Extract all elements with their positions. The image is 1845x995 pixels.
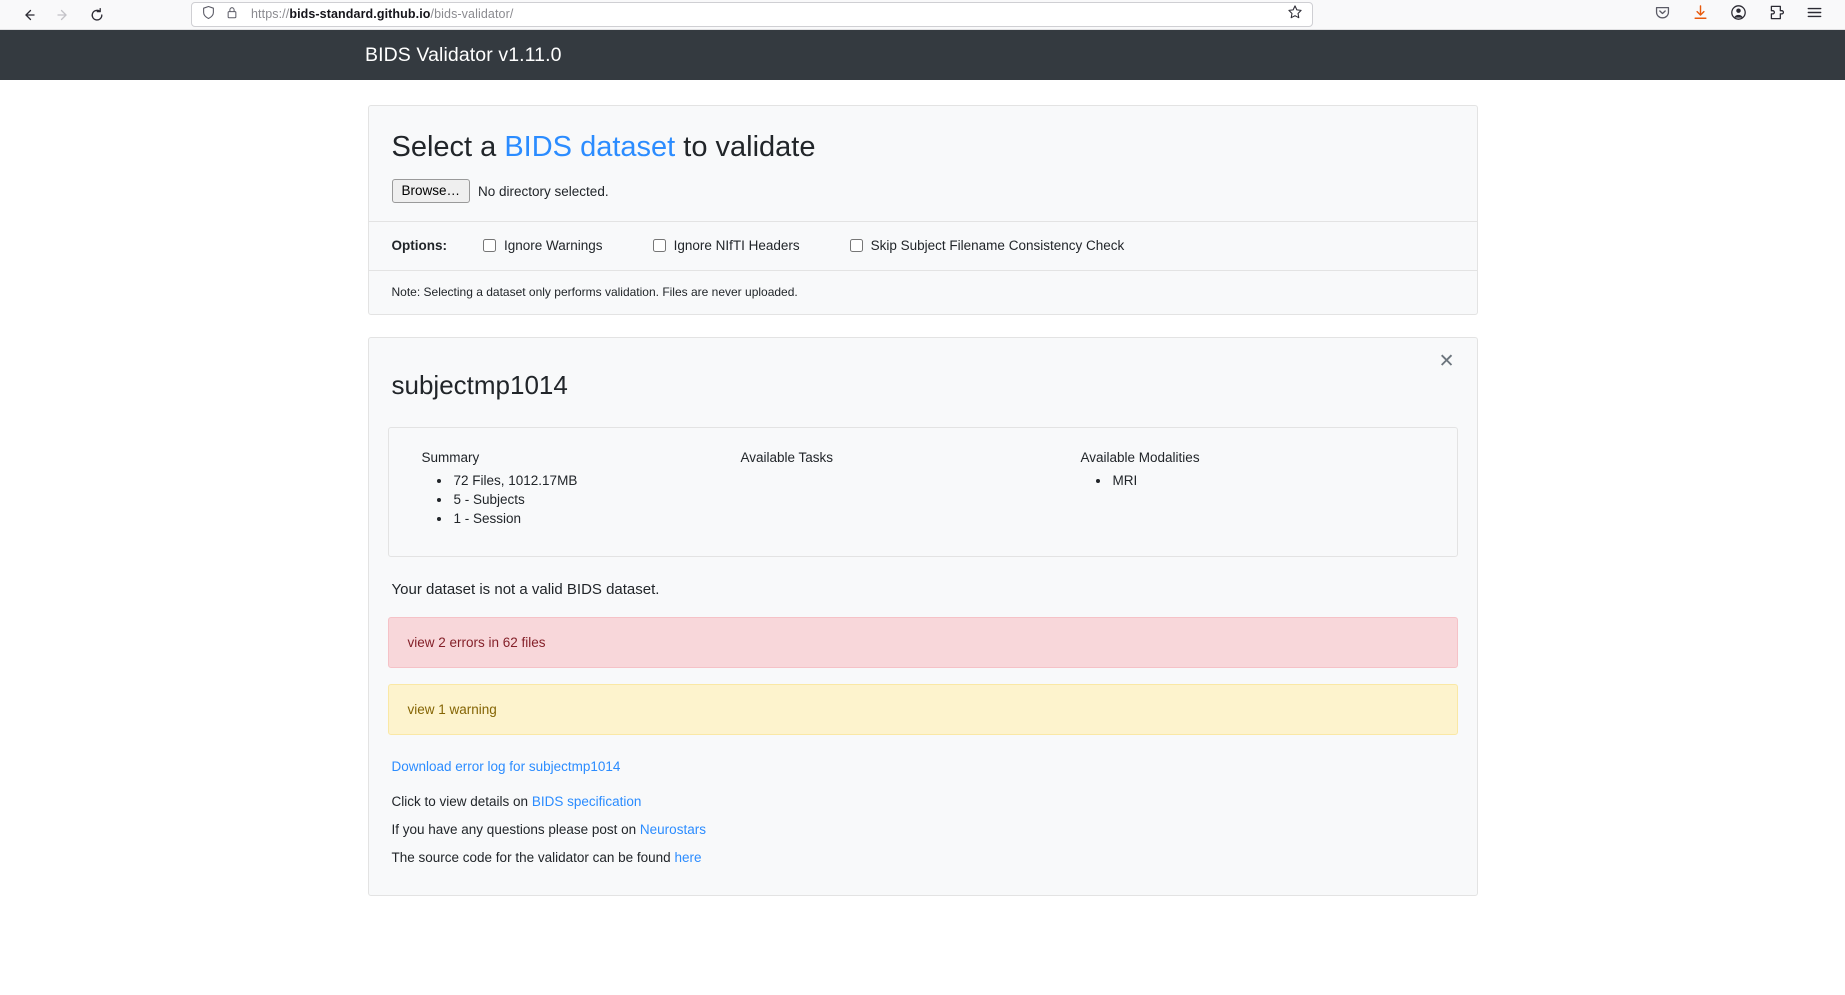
app-menu-icon bbox=[1806, 4, 1823, 26]
ignore-warnings-checkbox[interactable] bbox=[483, 239, 496, 253]
bids-dataset-link[interactable]: BIDS dataset bbox=[504, 131, 675, 163]
neurostars-link[interactable]: Neurostars bbox=[640, 822, 706, 837]
available-modalities-heading: Available Modalities bbox=[1080, 449, 1200, 465]
errors-banner[interactable]: view 2 errors in 62 files bbox=[387, 617, 1458, 668]
option-skip-subject-filename-check[interactable]: Skip Subject Filename Consistency Check bbox=[849, 238, 1125, 254]
neurostars-line: If you have any questions please post on… bbox=[392, 820, 1454, 841]
pocket-button[interactable] bbox=[1649, 3, 1675, 27]
options-label: Options: bbox=[391, 238, 448, 254]
list-item: 1 - Session bbox=[452, 509, 717, 528]
dataset-name: subjectmp1014 bbox=[391, 370, 568, 401]
source-code-line-pre: The source code for the validator can be… bbox=[391, 849, 675, 865]
forward-button[interactable] bbox=[50, 3, 76, 27]
list-item: 5 - Subjects bbox=[452, 490, 717, 509]
account-button[interactable] bbox=[1725, 3, 1751, 27]
back-button[interactable] bbox=[16, 3, 42, 27]
page-body: Select a BIDS dataset to validate Browse… bbox=[0, 80, 1845, 995]
options-row: Options: Ignore Warnings Ignore NIfTI He… bbox=[368, 222, 1477, 272]
ignore-nifti-headers-checkbox[interactable] bbox=[652, 239, 666, 253]
extensions-button[interactable] bbox=[1763, 3, 1789, 27]
forward-arrow-icon bbox=[55, 7, 71, 23]
account-icon bbox=[1730, 4, 1747, 26]
directory-status-text: No directory selected. bbox=[478, 183, 609, 199]
downloads-button[interactable] bbox=[1687, 3, 1713, 27]
source-code-line: The source code for the validator can be… bbox=[392, 848, 1454, 869]
extensions-icon bbox=[1768, 4, 1785, 26]
page-title-post: to validate bbox=[675, 131, 816, 163]
app-menu-button[interactable] bbox=[1801, 3, 1827, 27]
close-icon[interactable]: ✕ bbox=[1433, 348, 1461, 375]
browser-toolbar-right bbox=[1649, 3, 1837, 27]
available-tasks-column: Available Tasks bbox=[729, 450, 1069, 528]
url-scheme: https:// bbox=[251, 8, 290, 21]
downloads-icon bbox=[1692, 4, 1709, 26]
validation-results-card: ✕ subjectmp1014 Summary 72 Files, 1012.1… bbox=[367, 337, 1478, 896]
url-bar[interactable]: https://bids-standard.github.io/bids-val… bbox=[191, 2, 1313, 27]
app-navbar: BIDS Validator v1.11.0 bbox=[0, 30, 1845, 80]
url-text[interactable]: https://bids-standard.github.io/bids-val… bbox=[251, 8, 1282, 21]
browser-chrome: https://bids-standard.github.io/bids-val… bbox=[0, 0, 1845, 30]
select-dataset-card: Select a BIDS dataset to validate Browse… bbox=[367, 105, 1478, 316]
available-modalities-column: Available Modalities MRI bbox=[1069, 450, 1409, 528]
browse-row: Browse… No directory selected. bbox=[368, 165, 1477, 223]
skip-subject-filename-check-checkbox[interactable] bbox=[849, 239, 863, 253]
ignore-nifti-headers-label: Ignore NIfTI Headers bbox=[673, 238, 800, 254]
url-path: /bids-validator/ bbox=[430, 8, 514, 21]
list-item: MRI bbox=[1111, 471, 1397, 490]
footer-links: Download error log for subjectmp1014 Cli… bbox=[369, 735, 1477, 895]
url-bar-icons bbox=[201, 5, 239, 25]
padlock-icon[interactable] bbox=[225, 5, 239, 25]
browser-nav-buttons bbox=[8, 3, 110, 27]
select-dataset-header: Select a BIDS dataset to validate bbox=[369, 106, 1477, 165]
bids-spec-line-pre: Click to view details on bbox=[391, 794, 532, 809]
neurostars-line-pre: If you have any questions please post on bbox=[391, 821, 640, 837]
summary-column: Summary 72 Files, 1012.17MB 5 - Subjects… bbox=[389, 450, 729, 528]
available-tasks-heading: Available Tasks bbox=[740, 449, 834, 465]
summary-heading: Summary bbox=[421, 449, 480, 465]
page-title: Select a BIDS dataset to validate bbox=[392, 130, 1454, 165]
download-error-log-link[interactable]: Download error log for subjectmp1014 bbox=[392, 759, 1454, 774]
validity-message: Your dataset is not a valid BIDS dataset… bbox=[391, 581, 660, 598]
star-icon bbox=[1287, 4, 1303, 25]
shield-icon[interactable] bbox=[201, 5, 216, 25]
bids-specification-link[interactable]: BIDS specification bbox=[532, 794, 642, 809]
reload-icon bbox=[89, 7, 105, 23]
url-host: bids-standard.github.io bbox=[289, 8, 431, 21]
warnings-banner[interactable]: view 1 warning bbox=[387, 684, 1458, 735]
app-title: BIDS Validator v1.11.0 bbox=[365, 43, 562, 66]
option-ignore-warnings[interactable]: Ignore Warnings bbox=[483, 238, 603, 253]
bids-spec-line: Click to view details on BIDS specificat… bbox=[392, 792, 1454, 813]
upload-note: Note: Selecting a dataset only performs … bbox=[391, 285, 798, 300]
source-code-link[interactable]: here bbox=[674, 850, 701, 865]
page-title-pre: Select a bbox=[391, 131, 505, 163]
summary-list: 72 Files, 1012.17MB 5 - Subjects 1 - Ses… bbox=[422, 471, 717, 528]
skip-subject-filename-check-label: Skip Subject Filename Consistency Check bbox=[870, 238, 1125, 254]
back-arrow-icon bbox=[21, 7, 37, 23]
bookmark-button[interactable] bbox=[1282, 4, 1308, 26]
summary-box: Summary 72 Files, 1012.17MB 5 - Subjects… bbox=[387, 426, 1458, 557]
ignore-warnings-label: Ignore Warnings bbox=[504, 238, 603, 254]
list-item: 72 Files, 1012.17MB bbox=[452, 471, 717, 490]
available-modalities-list: MRI bbox=[1081, 471, 1397, 490]
content-container: Select a BIDS dataset to validate Browse… bbox=[367, 80, 1478, 896]
browse-button[interactable]: Browse… bbox=[391, 178, 471, 204]
pocket-icon bbox=[1654, 4, 1671, 26]
option-ignore-nifti-headers[interactable]: Ignore NIfTI Headers bbox=[652, 238, 800, 254]
reload-button[interactable] bbox=[84, 3, 110, 27]
